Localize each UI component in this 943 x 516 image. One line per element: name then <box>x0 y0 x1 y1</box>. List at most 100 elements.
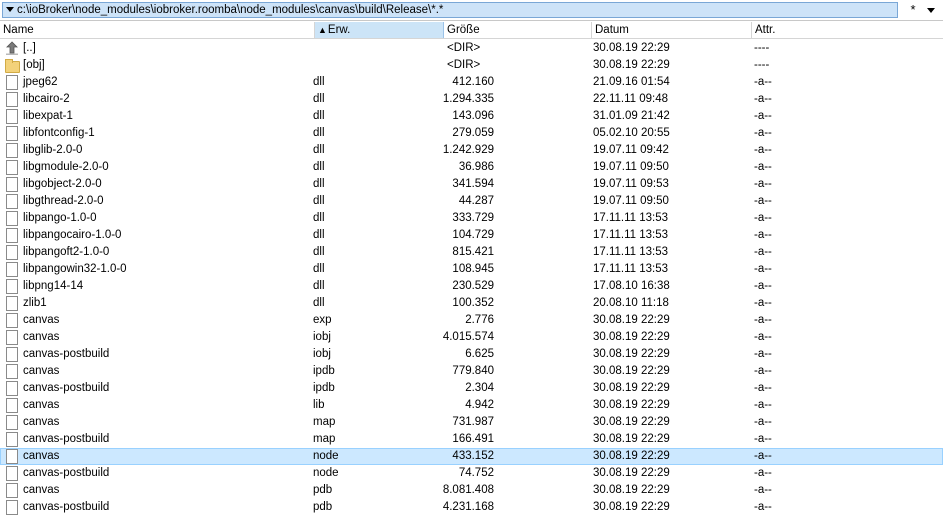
file-size: 731.987 <box>452 416 494 428</box>
file-date: 17.08.10 16:38 <box>593 280 670 292</box>
file-attr: -a-- <box>754 195 772 207</box>
column-header-ext[interactable]: ▲Erw. <box>315 22 444 38</box>
file-size: <DIR> <box>447 59 481 71</box>
file-size: 341.594 <box>452 178 494 190</box>
folder-icon <box>5 58 20 73</box>
file-row[interactable]: canvas-postbuild map 166.491 30.08.19 22:29… <box>0 431 943 448</box>
file-row[interactable]: canvas exp 2.776 30.08.19 22:29 -a-- <box>0 312 943 329</box>
file-attr: -a-- <box>754 76 772 88</box>
file-date: 30.08.19 22:29 <box>593 314 670 326</box>
file-row[interactable]: canvas node 433.152 30.08.19 22:29 -a-- <box>0 448 943 465</box>
file-size: 779.840 <box>452 365 494 377</box>
file-date: 21.09.16 01:54 <box>593 76 670 88</box>
file-size: 4.942 <box>465 399 494 411</box>
history-dropdown-icon[interactable] <box>6 7 14 12</box>
file-size: 230.529 <box>452 280 494 292</box>
file-attr: -a-- <box>754 314 772 326</box>
file-size: 6.625 <box>465 348 494 360</box>
file-size: 8.081.408 <box>442 484 494 496</box>
file-size: <DIR> <box>447 42 481 54</box>
file-date: 19.07.11 09:50 <box>593 195 669 207</box>
file-name: [..] <box>23 42 36 54</box>
file-row[interactable]: libexpat-1 dll 143.096 31.01.09 21:42 -a-- <box>0 108 943 125</box>
file-size: 2.304 <box>465 382 494 394</box>
file-date: 19.07.11 09:50 <box>593 161 669 173</box>
file-size: 412.160 <box>452 76 494 88</box>
file-size: 4.231.168 <box>442 501 494 513</box>
file-date: 19.07.11 09:53 <box>593 178 669 190</box>
file-size: 36.986 <box>458 161 494 173</box>
sort-up-arrow-icon: ▲ <box>318 25 327 35</box>
file-date: 30.08.19 22:29 <box>593 42 670 54</box>
column-header-attr[interactable]: Attr. <box>752 22 943 38</box>
file-attr: -a-- <box>754 450 772 462</box>
file-row[interactable]: canvas-postbuild ipdb 2.304 30.08.19 22:29-… <box>0 380 943 397</box>
file-row[interactable]: canvas lib 4.942 30.08.19 22:29 -a-- <box>0 397 943 414</box>
file-date: 30.08.19 22:29 <box>593 348 670 360</box>
file-row[interactable]: canvas-postbuild pdb 4.231.168 30.08.19 22:… <box>0 499 943 516</box>
file-date: 30.08.19 22:29 <box>593 433 670 445</box>
file-row[interactable]: libpangocairo-1.0-0 dll 104.729 17.11.11 13… <box>0 227 943 244</box>
file-size: 104.729 <box>452 229 494 241</box>
file-date: 19.07.11 09:42 <box>593 144 669 156</box>
file-attr: -a-- <box>754 297 772 309</box>
file-attr: -a-- <box>754 382 772 394</box>
column-header-size[interactable]: Größe <box>444 22 592 38</box>
file-row[interactable]: libcairo-2 dll 1.294.335 22.11.11 09:48 -a-- <box>0 91 943 108</box>
file-row[interactable]: canvas pdb 8.081.408 30.08.19 22:29 -a-- <box>0 482 943 499</box>
column-header-name[interactable]: Name <box>0 22 315 38</box>
file-attr: -a-- <box>754 93 772 105</box>
file-name: [obj] <box>23 59 45 71</box>
file-attr: -a-- <box>754 501 772 513</box>
file-attr: -a-- <box>754 467 772 479</box>
filter-button[interactable]: * <box>901 2 925 18</box>
file-date: 30.08.19 22:29 <box>593 399 670 411</box>
file-date: 30.08.19 22:29 <box>593 365 670 377</box>
file-attr: -a-- <box>754 331 772 343</box>
file-row[interactable]: libpangowin32-1.0-0 dll 108.945 17.11.11 13… <box>0 261 943 278</box>
file-size: 1.242.929 <box>442 144 494 156</box>
file-attr: ---- <box>754 42 770 54</box>
file-row[interactable]: canvas-postbuild node 74.752 30.08.19 22:29… <box>0 465 943 482</box>
current-path: c:\ioBroker\node_modules\iobroker.roomba… <box>17 4 444 16</box>
file-row[interactable]: jpeg62 dll 412.160 21.09.16 01:54 -a-- <box>0 74 943 91</box>
file-row[interactable]: canvas ipdb 779.840 30.08.19 22:29 -a-- <box>0 363 943 380</box>
file-attr: -a-- <box>754 127 772 139</box>
path-field[interactable]: c:\ioBroker\node_modules\iobroker.roomba… <box>2 2 898 18</box>
file-row[interactable]: libpangoft2-1.0-0 dll 815.421 17.11.11 13:5… <box>0 244 943 261</box>
file-row[interactable]: [obj] <DIR> 30.08.19 22:29 ---- <box>0 57 943 74</box>
file-row[interactable]: zlib1 dll 100.352 20.08.10 11:18 -a-- <box>0 295 943 312</box>
filter-dropdown-icon[interactable] <box>927 8 935 13</box>
file-row[interactable]: [..] <DIR> 30.08.19 22:29 ---- <box>0 40 943 57</box>
file-row[interactable]: libpng14-14 dll 230.529 17.08.10 16:38 -a-- <box>0 278 943 295</box>
file-size: 166.491 <box>452 433 494 445</box>
file-row[interactable]: libgthread-2.0-0 dll 44.287 19.07.11 09:50-… <box>0 193 943 210</box>
file-row[interactable]: canvas map 731.987 30.08.19 22:29 -a-- <box>0 414 943 431</box>
column-header-date[interactable]: Datum <box>592 22 752 38</box>
file-attr: -a-- <box>754 348 772 360</box>
file-date: 17.11.11 13:53 <box>593 212 669 224</box>
file-attr: -a-- <box>754 212 772 224</box>
file-row[interactable]: canvas iobj 4.015.574 30.08.19 22:29 -a-- <box>0 329 943 346</box>
file-size: 1.294.335 <box>442 93 494 105</box>
file-date: 30.08.19 22:29 <box>593 59 670 71</box>
file-row[interactable]: canvas-postbuild iobj 6.625 30.08.19 22:29-… <box>0 346 943 363</box>
file-date: 30.08.19 22:29 <box>593 382 670 394</box>
file-row[interactable]: libgobject-2.0-0 dll 341.594 19.07.11 09:53… <box>0 176 943 193</box>
file-row[interactable]: libgmodule-2.0-0 dll 36.986 19.07.11 09:50-… <box>0 159 943 176</box>
file-date: 31.01.09 21:42 <box>593 110 670 122</box>
file-attr: -a-- <box>754 399 772 411</box>
file-row[interactable]: libpango-1.0-0 dll 333.729 17.11.11 13:53 -a… <box>0 210 943 227</box>
column-header-size-label: Größe <box>447 24 480 36</box>
file-attr: -a-- <box>754 229 772 241</box>
file-date: 30.08.19 22:29 <box>593 450 670 462</box>
file-row[interactable]: libfontconfig-1 dll 279.059 05.02.10 20:55-… <box>0 125 943 142</box>
file-date: 17.11.11 13:53 <box>593 263 669 275</box>
file-date: 17.11.11 13:53 <box>593 246 669 258</box>
file-row[interactable]: libglib-2.0-0 dll 1.242.929 19.07.11 09:42-… <box>0 142 943 159</box>
file-date: 05.02.10 20:55 <box>593 127 670 139</box>
file-size: 2.776 <box>465 314 494 326</box>
file-size: 279.059 <box>452 127 494 139</box>
file-size: 333.729 <box>452 212 494 224</box>
file-attr: -a-- <box>754 178 772 190</box>
